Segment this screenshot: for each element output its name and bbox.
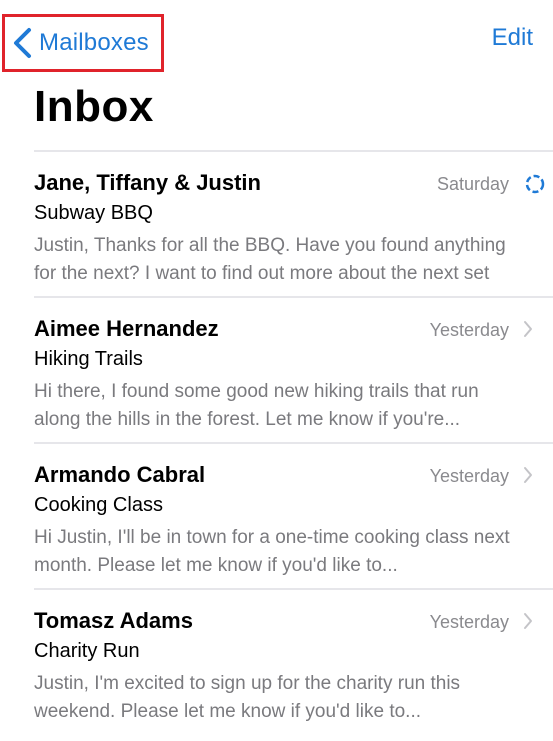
- page-title: Inbox: [34, 82, 154, 131]
- message-subject: Cooking Class: [34, 494, 163, 516]
- edit-button[interactable]: Edit: [492, 24, 533, 52]
- message-sender: Aimee Hernandez: [34, 316, 219, 341]
- message-preview: Hi Justin, I'll be in town for a one-tim…: [34, 527, 510, 576]
- message-subject: Subway BBQ: [34, 202, 153, 224]
- message-sender: Jane, Tiffany & Justin: [34, 170, 261, 195]
- refresh-icon: [525, 174, 545, 194]
- back-button-label: Mailboxes: [39, 29, 149, 56]
- chevron-right-icon: [524, 467, 532, 483]
- chevron-right-icon: [524, 321, 532, 337]
- message-date: Yesterday: [429, 466, 509, 486]
- message-preview: Justin, I'm excited to sign up for the c…: [34, 673, 461, 722]
- navigation-bar: Mailboxes Edit: [0, 0, 553, 80]
- message-row[interactable]: Aimee Hernandez Yesterday Hiking Trails …: [34, 296, 553, 442]
- message-date: Saturday: [436, 174, 509, 194]
- message-row[interactable]: Tomasz Adams Yesterday Charity Run Justi…: [34, 588, 553, 738]
- chevron-right-icon: [524, 613, 532, 629]
- message-list: Jane, Tiffany & Justin Saturday Subway B…: [0, 150, 553, 738]
- message-subject: Hiking Trails: [34, 348, 143, 370]
- message-sender: Tomasz Adams: [34, 608, 193, 633]
- chevron-left-icon: [14, 28, 31, 58]
- message-date: Yesterday: [429, 612, 509, 632]
- message-sender: Armando Cabral: [34, 462, 206, 487]
- message-preview: Justin, Thanks for all the BBQ. Have you…: [34, 235, 506, 284]
- message-date: Yesterday: [429, 320, 509, 340]
- message-row[interactable]: Jane, Tiffany & Justin Saturday Subway B…: [34, 150, 553, 296]
- message-preview: Hi there, I found some good new hiking t…: [34, 381, 479, 430]
- back-to-mailboxes-button[interactable]: Mailboxes: [2, 14, 164, 72]
- message-subject: Charity Run: [34, 640, 140, 662]
- mail-screen: Mailboxes Edit Inbox Jane, Tiffany & Jus…: [0, 0, 553, 741]
- message-row[interactable]: Armando Cabral Yesterday Cooking Class H…: [34, 442, 553, 588]
